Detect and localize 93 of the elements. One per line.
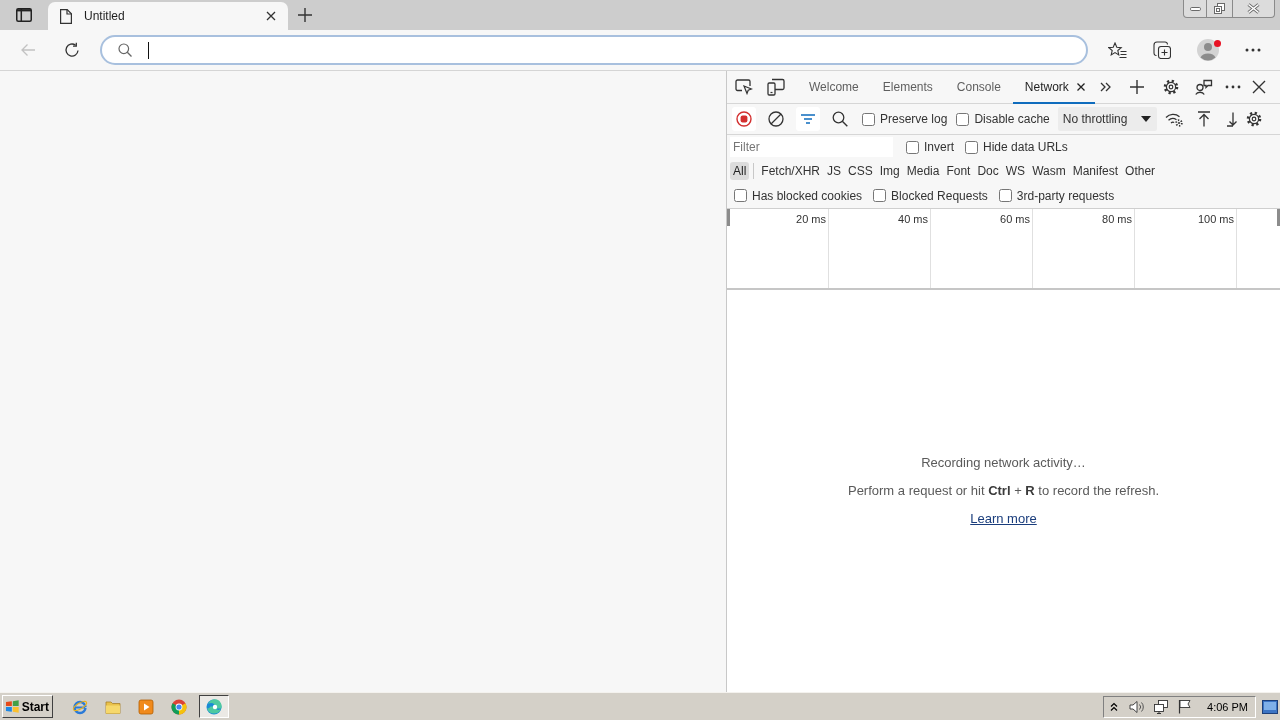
throttling-select[interactable]: No throttling [1057, 107, 1158, 131]
checkbox-label: Blocked Requests [891, 188, 988, 203]
flag-icon[interactable] [1178, 699, 1193, 714]
page-icon [60, 8, 72, 24]
checkbox-label: Hide data URLs [983, 140, 1068, 154]
request-filter-checkbox[interactable] [873, 189, 887, 202]
checkbox-label: Has blocked cookies [752, 188, 863, 203]
request-filter-checkbox[interactable] [998, 189, 1012, 202]
close-icon[interactable] [266, 11, 276, 21]
letter-e-icon [72, 698, 88, 715]
type-filter[interactable]: Wasm [1029, 162, 1069, 180]
range-handle[interactable] [1277, 209, 1280, 226]
type-filter[interactable]: Font [943, 162, 974, 180]
chevron-up-icon[interactable] [1110, 701, 1119, 712]
minimize-button[interactable] [1183, 0, 1207, 18]
add-tab-icon[interactable] [1129, 80, 1144, 94]
type-filter[interactable]: All [730, 162, 750, 180]
filter-icon [801, 114, 815, 124]
invert-checkbox[interactable] [906, 140, 919, 154]
text-cursor-icon [148, 41, 149, 59]
type-filter[interactable]: JS [824, 162, 845, 180]
star-list-icon[interactable] [1108, 41, 1127, 59]
more-icon[interactable] [1224, 85, 1241, 89]
request-filter-checkbox[interactable] [734, 189, 747, 202]
checkbox-label: Preserve log [880, 112, 948, 126]
disable-cache-checkbox[interactable] [956, 112, 970, 126]
feedback-icon[interactable] [1194, 79, 1213, 95]
settings-icon[interactable] [1162, 79, 1179, 95]
inspect-icon[interactable] [735, 79, 753, 95]
filter-button[interactable] [796, 107, 820, 131]
restore-icon [1214, 3, 1225, 14]
time-tick-label: 100 ms [1197, 212, 1235, 225]
search-icon[interactable] [832, 111, 848, 127]
hint-text: Perform a request or hit Ctrl + R to record the refresh. [847, 482, 1160, 500]
type-filter[interactable]: Img [876, 162, 903, 180]
refresh-icon[interactable] [64, 42, 80, 58]
type-filter[interactable]: Other [1122, 162, 1159, 180]
browser-tab[interactable]: Untitled [48, 2, 288, 30]
windows-logo-icon [5, 700, 20, 713]
more-icon[interactable] [1245, 48, 1261, 52]
start-button[interactable]: Start [2, 695, 53, 718]
filter-input[interactable]: Filter [730, 137, 893, 157]
record-button[interactable] [732, 107, 756, 131]
round-logo-icon [171, 698, 187, 715]
checkbox-label: 3rd-party requests [1016, 188, 1115, 203]
devtools-tab[interactable]: Welcome [797, 70, 871, 104]
avatar-icon[interactable] [1197, 39, 1219, 61]
devtools-tab[interactable]: Console [944, 70, 1013, 104]
type-filter[interactable]: Manifest [1069, 162, 1122, 180]
time-tick-label: 80 ms [1102, 212, 1133, 225]
range-handle[interactable] [727, 209, 730, 226]
new-tab-icon[interactable] [298, 8, 312, 22]
tab-actions-icon[interactable] [16, 8, 32, 22]
clear-icon[interactable] [768, 111, 784, 127]
settings-icon[interactable] [1246, 111, 1263, 127]
wifi-settings-icon[interactable] [1165, 111, 1184, 127]
collections-icon[interactable] [1153, 41, 1171, 59]
type-filter[interactable]: WS [1002, 162, 1029, 180]
device-icon[interactable] [767, 78, 785, 96]
record-icon [736, 111, 752, 127]
close-icon [1247, 3, 1260, 14]
caret-icon [1141, 116, 1152, 122]
close-window-button[interactable] [1232, 0, 1275, 18]
search-icon [118, 43, 132, 57]
folder-icon [105, 698, 121, 715]
time-tick-label: 40 ms [898, 212, 929, 225]
download-icon[interactable] [1226, 111, 1239, 127]
play-tile-icon [138, 698, 154, 715]
taskbar-button[interactable] [199, 695, 229, 718]
status-message: Recording network activity… [921, 454, 1086, 472]
type-filter[interactable]: Media [903, 162, 943, 180]
time-tick-label: 60 ms [1000, 212, 1031, 225]
type-filter[interactable]: Fetch/XHR [758, 162, 824, 180]
checkbox-label: Invert [924, 140, 954, 154]
clock: 4:06 PM [1207, 700, 1248, 713]
checkbox-label: Disable cache [974, 112, 1050, 126]
hide-data-urls-checkbox[interactable] [965, 140, 978, 154]
restore-button[interactable] [1206, 0, 1233, 18]
devtools-tab[interactable]: Elements [870, 70, 945, 104]
learn-more-link[interactable]: Learn more [970, 510, 1037, 528]
network-icon[interactable] [1153, 698, 1170, 715]
more-tabs-icon[interactable] [1099, 82, 1111, 92]
time-tick-label: 20 ms [796, 212, 827, 225]
speaker-icon[interactable] [1129, 699, 1146, 714]
upload-icon[interactable] [1197, 111, 1212, 127]
show-desktop-icon[interactable] [1262, 699, 1278, 714]
close-tab-icon[interactable] [1076, 83, 1085, 91]
close-icon[interactable] [1251, 80, 1266, 94]
type-filter[interactable]: Doc [974, 162, 1002, 180]
preserve-log-checkbox[interactable] [862, 112, 875, 126]
swirl-logo-icon [206, 698, 222, 715]
minimize-icon [1189, 6, 1201, 11]
type-filter[interactable]: CSS [845, 162, 876, 180]
